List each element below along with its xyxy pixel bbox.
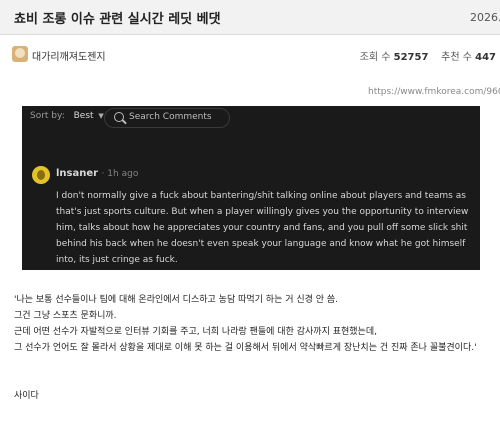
commenter-avatar-icon[interactable] bbox=[32, 166, 50, 184]
votes-label: 추천 수 bbox=[441, 52, 472, 63]
comment-username[interactable]: lnsaner bbox=[56, 168, 98, 179]
sort-value: Best bbox=[73, 111, 94, 121]
comment-body: I don't normally give a fuck about bante… bbox=[56, 191, 469, 265]
search-placeholder: Search Comments bbox=[129, 112, 212, 122]
sort-label: Sort by: bbox=[30, 111, 65, 121]
post-meta: 대가리깨져도젠지 조회 수 52757 추천 수 447 bbox=[0, 40, 500, 70]
author-avatar-icon[interactable] bbox=[12, 46, 28, 62]
post-stats: 조회 수 52757 추천 수 447 bbox=[360, 48, 496, 63]
closing-remark: 사이다 bbox=[14, 391, 39, 401]
post-header: 쵸비 조롱 이슈 관련 실시간 레딧 베댓 2026.0 bbox=[0, 0, 500, 35]
post-date: 2026.0 bbox=[470, 11, 500, 24]
translation-line: 그 선수가 언어도 잘 몰라서 상황을 제대로 이해 못 하는 걸 이용해서 뒤… bbox=[14, 343, 477, 353]
author-name[interactable]: 대가리깨져도젠지 bbox=[32, 48, 106, 63]
votes-count: 447 bbox=[475, 52, 496, 63]
translation-line: '나는 보통 선수들이나 팀에 대해 온라인에서 디스하고 농담 따먹기 하는 … bbox=[14, 295, 339, 305]
comment-time: · 1h ago bbox=[101, 169, 139, 179]
translation-line: 근데 어떤 선수가 자발적으로 인터뷰 기회를 주고, 너희 나라랑 팬들에 대… bbox=[14, 327, 377, 337]
translation-block: '나는 보통 선수들이나 팀에 대해 온라인에서 디스하고 농담 따먹기 하는 … bbox=[14, 292, 494, 404]
source-link[interactable]: https://www.fmkorea.com/96057236 bbox=[368, 87, 500, 97]
views-label: 조회 수 bbox=[359, 52, 391, 63]
comment-header: lnsaner · 1h ago bbox=[56, 168, 138, 179]
post-title: 쵸비 조롱 이슈 관련 실시간 레딧 베댓 bbox=[14, 12, 221, 27]
views-count: 52757 bbox=[393, 52, 429, 63]
search-comments-input[interactable]: Search Comments bbox=[104, 108, 230, 128]
reddit-screenshot: Sort by: Best ▼ Search Comments lnsaner … bbox=[22, 106, 480, 270]
chevron-down-icon: ▼ bbox=[98, 112, 104, 120]
translation-line: 그건 그냥 스포츠 문화니까. bbox=[14, 311, 117, 321]
sort-dropdown[interactable]: Sort by: Best ▼ bbox=[30, 111, 104, 121]
search-icon bbox=[114, 112, 124, 122]
